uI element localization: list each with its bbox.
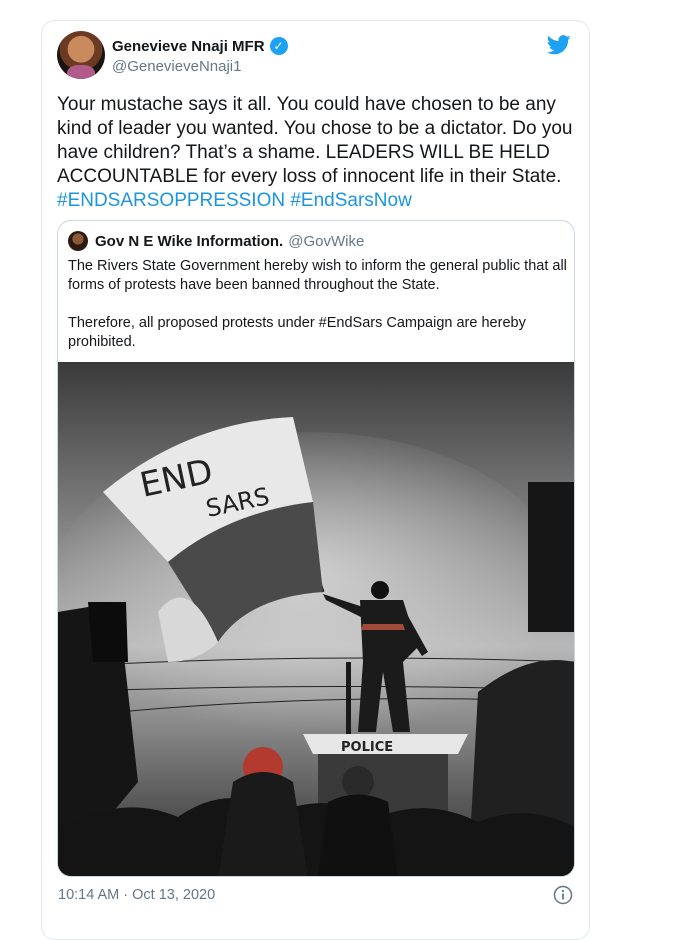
quoted-paragraph: Therefore, all proposed protests under #… [68, 315, 526, 350]
phone-hand [88, 602, 128, 662]
tweet-card: Genevieve Nnaji MFR ✓ @GenevieveNnaji1 Y… [41, 20, 590, 940]
twitter-bird-icon[interactable] [547, 35, 571, 55]
author-info[interactable]: Genevieve Nnaji MFR ✓ @GenevieveNnaji1 [112, 37, 288, 75]
hashtag-link[interactable]: #ENDSARSOPPRESSION [57, 190, 285, 211]
protest-photo[interactable]: END SARS POLICE [58, 362, 574, 877]
info-icon[interactable] [553, 885, 573, 905]
tweet-text-line: Your mustache says it all. You could hav… [57, 94, 556, 115]
traffic-light [528, 482, 574, 632]
tweet-timestamp[interactable]: 10:14 AM · Oct 13, 2020 [58, 887, 215, 903]
quoted-tweet-header: Gov N E Wike Information. @GovWike [68, 231, 364, 251]
tweet-text: Your mustache says it all. You could hav… [57, 93, 577, 213]
quoted-tweet[interactable]: Gov N E Wike Information. @GovWike The R… [57, 220, 575, 877]
protester-head [371, 581, 389, 599]
avatar[interactable] [57, 31, 105, 79]
police-sign-text: POLICE [341, 740, 393, 755]
hashtag-link[interactable]: #EndSarsNow [290, 190, 411, 211]
quoted-display-name: Gov N E Wike Information. [95, 232, 284, 250]
tweet-text-line: have children? That’s a shame. LEADERS W… [57, 142, 550, 163]
display-name[interactable]: Genevieve Nnaji MFR [112, 38, 265, 55]
tweet-text-line: ACCOUNTABLE for every loss of innocent l… [57, 166, 562, 187]
tweet-header: Genevieve Nnaji MFR ✓ @GenevieveNnaji1 [57, 31, 575, 87]
tweet-text-line: kind of leader you wanted. You chose to … [57, 118, 573, 139]
protester-vest-stripe [361, 624, 405, 630]
quoted-avatar [68, 231, 88, 251]
quoted-tweet-text: The Rivers State Government hereby wish … [68, 257, 568, 352]
quoted-paragraph: The Rivers State Government hereby wish … [68, 258, 567, 293]
crowd-person-head [342, 766, 374, 798]
crowd-person [318, 794, 398, 876]
quoted-handle: @GovWike [288, 232, 365, 250]
verified-badge-icon: ✓ [269, 37, 288, 55]
user-handle[interactable]: @GenevieveNnaji1 [112, 58, 288, 75]
